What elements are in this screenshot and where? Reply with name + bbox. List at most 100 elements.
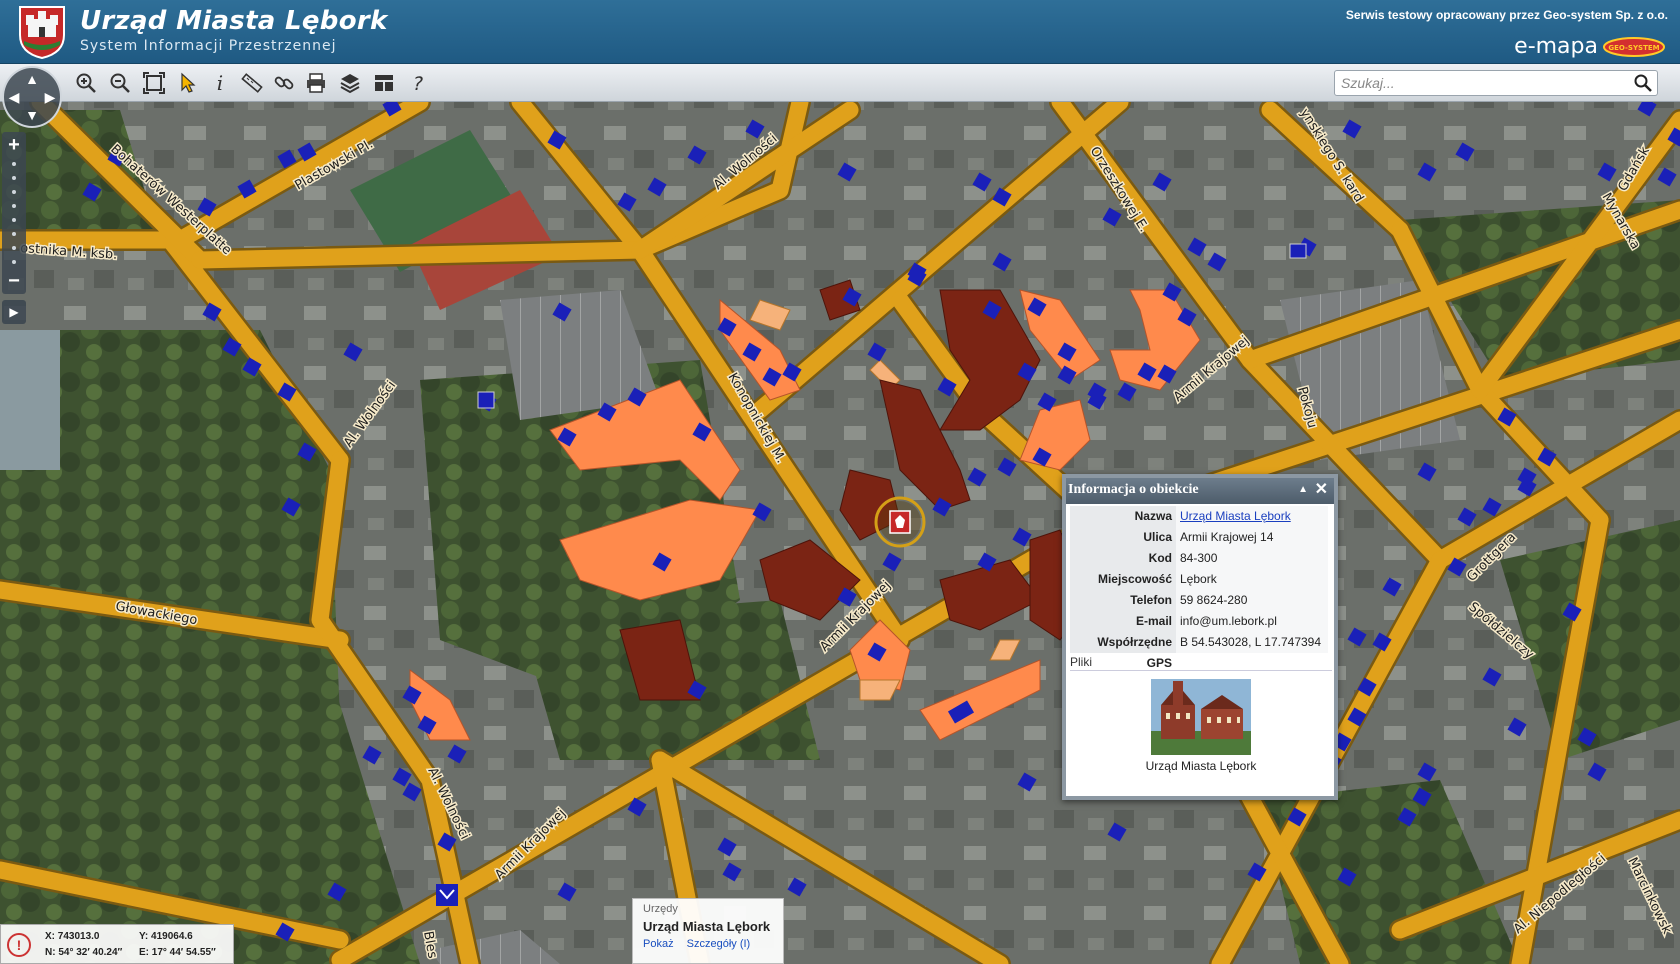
city-hall-marker[interactable] [874, 496, 926, 548]
attr-value: info@um.lebork.pl [1176, 611, 1328, 632]
attr-row: Telefon 59 8624-280 [1070, 590, 1332, 611]
layers-icon [340, 74, 360, 94]
feature-card: Urzędy Urząd Miasta Lębork Pokaż Szczegó… [632, 898, 784, 964]
attr-row: E-mail info@um.lebork.pl [1070, 611, 1332, 632]
zoom-level-dot[interactable] [12, 162, 16, 166]
svg-text:?: ? [413, 73, 423, 94]
link-button[interactable] [270, 69, 298, 97]
zoom-in-map-button[interactable]: + [4, 135, 24, 155]
coord-n: N: 54° 32′ 40.24″ [45, 947, 123, 958]
photo-caption: Urząd Miasta Lębork [1145, 759, 1257, 773]
zoom-out-button[interactable] [106, 69, 134, 97]
layers-button[interactable] [336, 69, 364, 97]
attr-key: Kod [1070, 548, 1176, 569]
zoom-level-dot[interactable] [12, 190, 16, 194]
attr-value: B 54.543028, L 17.747394 [1176, 632, 1328, 653]
zoom-level-dot[interactable] [12, 246, 16, 250]
files-label: Pliki [1070, 655, 1332, 671]
zoom-out-map-button[interactable]: − [4, 271, 24, 291]
toolbar: i ? [0, 64, 1680, 102]
search-icon[interactable] [1633, 73, 1653, 93]
pan-control: ▲ ▼ ◀ ▶ [2, 66, 62, 128]
attr-key: Miejscowość [1070, 569, 1176, 590]
details-link[interactable]: Szczegóły (I) [687, 938, 751, 950]
zoom-extent-icon [143, 72, 165, 94]
attr-row: Ulica Armii Krajowej 14 [1070, 527, 1332, 548]
pan-right-button[interactable]: ▶ [41, 88, 59, 106]
show-link[interactable]: Pokaż [643, 938, 674, 950]
zoom-extent-button[interactable] [140, 69, 168, 97]
coord-e: E: 17° 44′ 54.55″ [139, 947, 216, 958]
attr-row: Nazwa Urząd Miasta Lębork [1070, 506, 1332, 527]
measure-icon [241, 73, 263, 93]
object-info-popup: Informacja o obiekcie ▲ ✕ Nazwa Urząd Mi… [1062, 474, 1338, 800]
feature-links: Pokaż Szczegóły (I) [643, 938, 773, 950]
attr-value: 59 8624-280 [1176, 590, 1328, 611]
brand-name: e-mapa [1514, 34, 1598, 59]
coord-x: X: 743013.0 [45, 931, 100, 942]
app-title: Urząd Miasta Lębork [80, 6, 388, 36]
attr-key: Telefon [1070, 590, 1176, 611]
app-window: Urząd Miasta Lębork System Informacji Pr… [0, 0, 1680, 964]
service-note: Serwis testowy opracowany przez Geo-syst… [1345, 8, 1668, 22]
map-base-layer: Plastowski Pl. Al. Wolności Bohaterów We… [0, 102, 1680, 964]
attr-key: Nazwa [1070, 506, 1176, 527]
popup-header: Informacja o obiekcie ▲ ✕ [1066, 478, 1334, 504]
zoom-in-button[interactable] [72, 69, 100, 97]
help-button[interactable]: ? [404, 69, 432, 97]
help-icon: ? [413, 73, 423, 94]
header-bar: Urząd Miasta Lębork System Informacji Pr… [0, 0, 1680, 64]
app-subtitle: System Informacji Przestrzennej [80, 38, 337, 54]
attr-value: Armii Krajowej 14 [1176, 527, 1328, 548]
zoom-level-dot[interactable] [12, 204, 16, 208]
layout-icon [375, 75, 393, 91]
zoom-out-icon [110, 73, 130, 93]
attr-row: Miejscowość Lębork [1070, 569, 1332, 590]
attr-key: E-mail [1070, 611, 1176, 632]
popup-body: Nazwa Urząd Miasta Lębork Ulica Armii Kr… [1066, 504, 1334, 773]
print-icon [307, 73, 325, 93]
zoom-in-icon [76, 73, 96, 93]
pan-left-button[interactable]: ◀ [5, 88, 23, 106]
select-pointer-button[interactable] [174, 69, 202, 97]
svg-text:i: i [217, 72, 223, 94]
search-input[interactable] [1341, 73, 1621, 93]
print-button[interactable] [302, 69, 330, 97]
select-pointer-icon [181, 72, 196, 93]
coord-y: Y: 419064.6 [139, 931, 193, 942]
zoom-slider[interactable]: + − [2, 132, 26, 294]
geo-system-logo-icon: GEO-SYSTEM [1603, 37, 1665, 57]
alert-icon[interactable]: ! [7, 933, 31, 957]
coordinates-panel: ! X: 743013.0 Y: 419064.6 N: 54° 32′ 40.… [0, 924, 234, 964]
attr-row: Współrzędne GPS B 54.543028, L 17.747394 [1070, 632, 1332, 670]
collapse-icon[interactable]: ▲ [1298, 478, 1308, 502]
map-canvas[interactable]: Plastowski Pl. Al. Wolności Bohaterów We… [0, 102, 1680, 964]
close-icon[interactable]: ✕ [1315, 478, 1328, 502]
attr-key: Współrzędne GPS [1070, 632, 1176, 670]
zoom-level-dot[interactable] [12, 260, 16, 264]
link-icon [274, 76, 294, 90]
attr-value: Lębork [1176, 569, 1328, 590]
attr-key: Ulica [1070, 527, 1176, 548]
popup-title: Informacja o obiekcie [1068, 482, 1199, 497]
attr-value: 84-300 [1176, 548, 1328, 569]
layout-button[interactable] [370, 69, 398, 97]
feature-category: Urzędy [643, 903, 678, 915]
side-panel-toggle-button[interactable]: ▶ [2, 300, 26, 324]
city-crest-icon [19, 6, 65, 59]
attr-value: Urząd Miasta Lębork [1176, 506, 1328, 527]
object-name-link[interactable]: Urząd Miasta Lębork [1180, 509, 1291, 523]
pan-down-button[interactable]: ▼ [23, 106, 41, 124]
zoom-level-dot[interactable] [12, 232, 16, 236]
info-icon: i [217, 72, 223, 94]
info-button[interactable]: i [206, 69, 234, 97]
pan-up-button[interactable]: ▲ [23, 70, 41, 88]
geo-system-logo-text: GEO-SYSTEM [1608, 44, 1659, 52]
city-hall-photo[interactable] [1151, 679, 1251, 755]
feature-name: Urząd Miasta Lębork [643, 919, 771, 934]
zoom-level-dot[interactable] [12, 218, 16, 222]
zoom-level-dot[interactable] [12, 176, 16, 180]
post-office-icon[interactable] [436, 884, 458, 906]
search-field [1334, 70, 1658, 96]
measure-button[interactable] [238, 69, 266, 97]
